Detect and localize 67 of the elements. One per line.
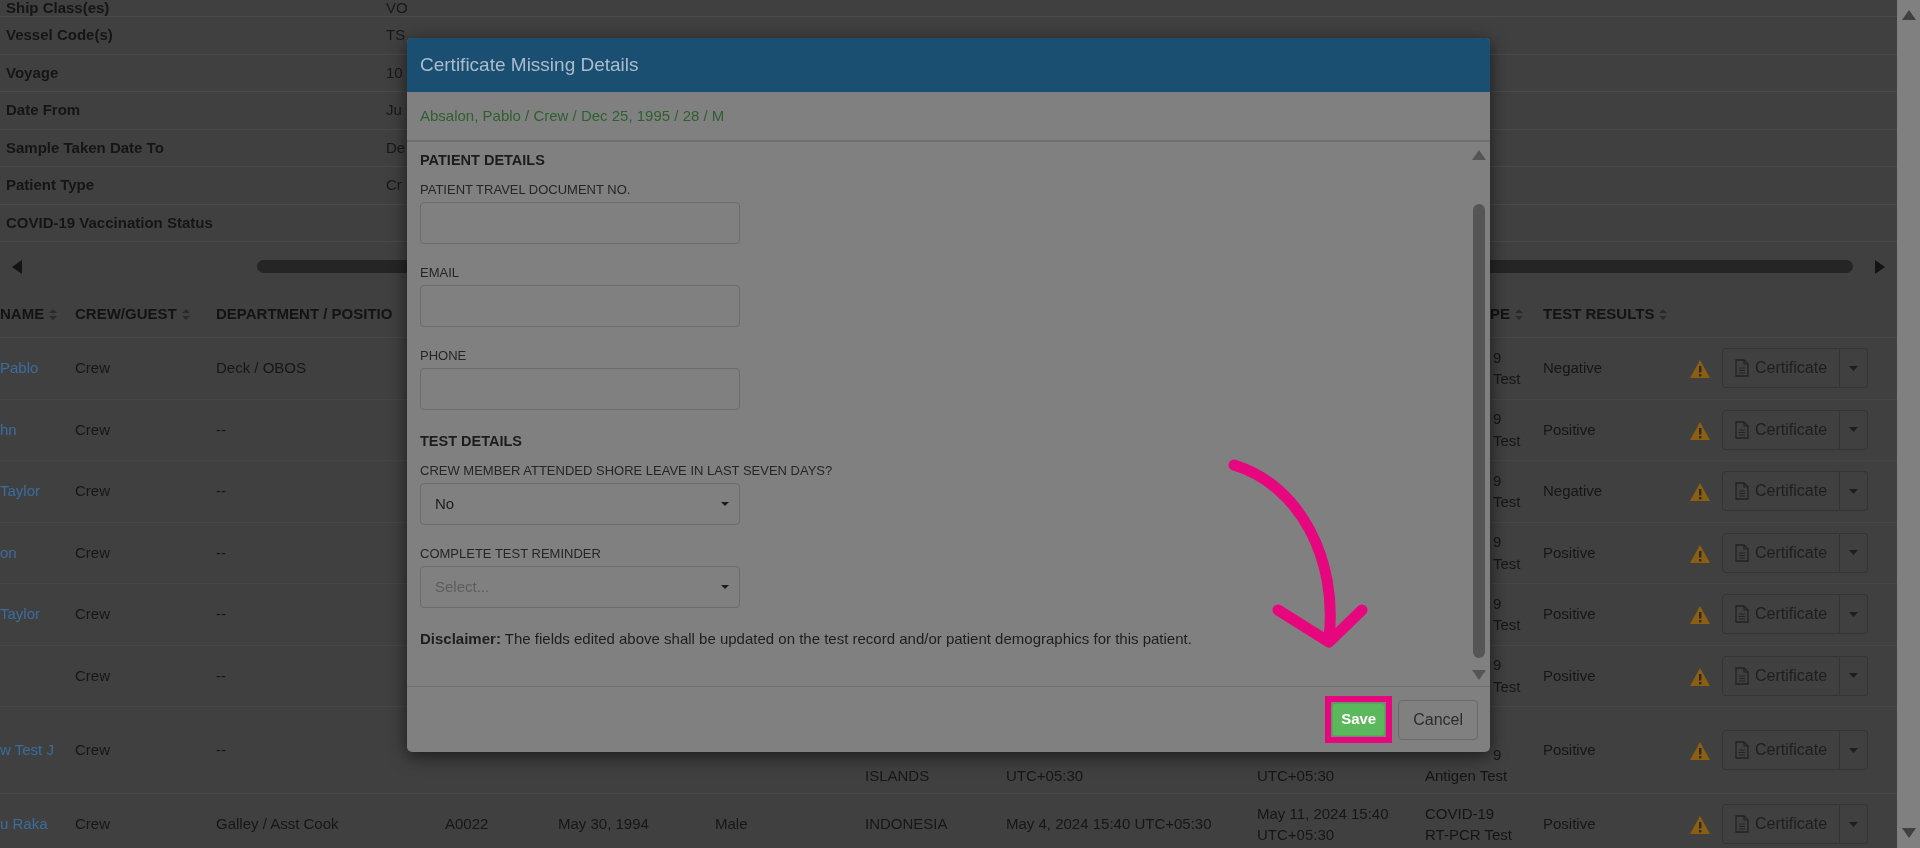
warning-icon xyxy=(1690,483,1710,502)
warning-icon xyxy=(1690,816,1710,835)
patient-name-link[interactable]: Pablo xyxy=(0,357,39,380)
dropdown-toggle[interactable] xyxy=(1840,594,1869,635)
caret-icon xyxy=(1849,821,1859,827)
patient-name-link[interactable]: on xyxy=(0,541,17,564)
patient-name-link[interactable]: Taylor xyxy=(0,480,40,503)
caret-icon xyxy=(1849,747,1859,753)
document-icon xyxy=(1735,741,1749,759)
section-heading: PATIENT DETAILS xyxy=(420,151,546,170)
scrollbar-thumb[interactable] xyxy=(1473,204,1485,658)
document-icon xyxy=(1735,543,1749,562)
table-cell-text: -- xyxy=(216,481,226,501)
caret-icon xyxy=(721,502,729,506)
field-label: PATIENT TRAVEL DOCUMENT NO. xyxy=(420,182,632,198)
caret-icon xyxy=(1849,550,1859,556)
dropdown-toggle[interactable] xyxy=(1840,471,1869,512)
modal-title: Certificate Missing Details xyxy=(407,38,1490,92)
field-label: PHONE xyxy=(420,348,468,364)
field-label: EMAIL xyxy=(420,265,460,281)
warning-icon xyxy=(1690,544,1710,563)
scroll-down-icon[interactable] xyxy=(1901,828,1916,838)
scroll-left-icon[interactable] xyxy=(12,259,22,274)
warning-icon xyxy=(1690,421,1710,440)
document-icon xyxy=(1735,605,1749,624)
scroll-right-icon[interactable] xyxy=(1875,259,1885,274)
patient-name-link[interactable]: w Test J xyxy=(0,738,54,762)
field-label: COMPLETE TEST REMINDER xyxy=(420,546,602,562)
patient-name-link[interactable]: hn xyxy=(0,418,17,441)
warning-icon xyxy=(1690,741,1710,760)
dropdown-toggle[interactable] xyxy=(1840,348,1869,389)
caret-icon xyxy=(1849,488,1859,494)
save-button[interactable]: Save xyxy=(1332,703,1386,736)
dropdown-toggle[interactable] xyxy=(1840,532,1869,573)
document-icon xyxy=(1735,666,1749,685)
caret-icon xyxy=(1849,611,1859,617)
table-cell-text: -- xyxy=(216,419,226,440)
table-cell-text: -- xyxy=(216,604,226,624)
patient-name-link[interactable]: Taylor xyxy=(0,603,40,626)
select-field[interactable]: No xyxy=(420,483,740,525)
table-cell-text: -- xyxy=(216,739,226,760)
document-icon xyxy=(1735,359,1749,378)
table-cell-text: -- xyxy=(216,542,226,563)
caret-icon xyxy=(1849,673,1859,679)
section-heading: TEST DETAILS xyxy=(420,432,524,451)
table-cell-text: -- xyxy=(216,665,226,686)
dropdown-toggle[interactable] xyxy=(1840,804,1869,845)
warning-icon xyxy=(1690,667,1710,686)
scroll-up-icon[interactable] xyxy=(1472,150,1486,160)
document-icon xyxy=(1735,420,1749,439)
caret-icon xyxy=(1849,365,1859,371)
patient-summary: Absalon, Pablo / Crew / Dec 25, 1995 / 28 / M xyxy=(407,92,1490,142)
warning-icon xyxy=(1690,360,1710,379)
dropdown-toggle[interactable] xyxy=(1840,655,1869,696)
document-icon xyxy=(1735,815,1749,834)
dropdown-toggle[interactable] xyxy=(1840,409,1869,450)
dropdown-toggle[interactable] xyxy=(1840,730,1869,770)
cancel-button[interactable]: Cancel xyxy=(1398,699,1478,740)
patient-name-link[interactable]: u Raka xyxy=(0,813,48,836)
caret-icon xyxy=(1849,427,1859,433)
disclaimer-text: Disclaimer: The fields edited above shall be updated on the test record and/or patient demographics for this patient. xyxy=(420,629,1193,649)
warning-icon xyxy=(1690,606,1710,625)
document-icon xyxy=(1735,482,1749,501)
scroll-down-icon[interactable] xyxy=(1472,670,1486,680)
scroll-up-icon[interactable] xyxy=(1901,10,1916,20)
field-label: CREW MEMBER ATTENDED SHORE LEAVE IN LAST SEVEN DAYS? xyxy=(420,463,834,479)
caret-icon xyxy=(721,585,729,589)
